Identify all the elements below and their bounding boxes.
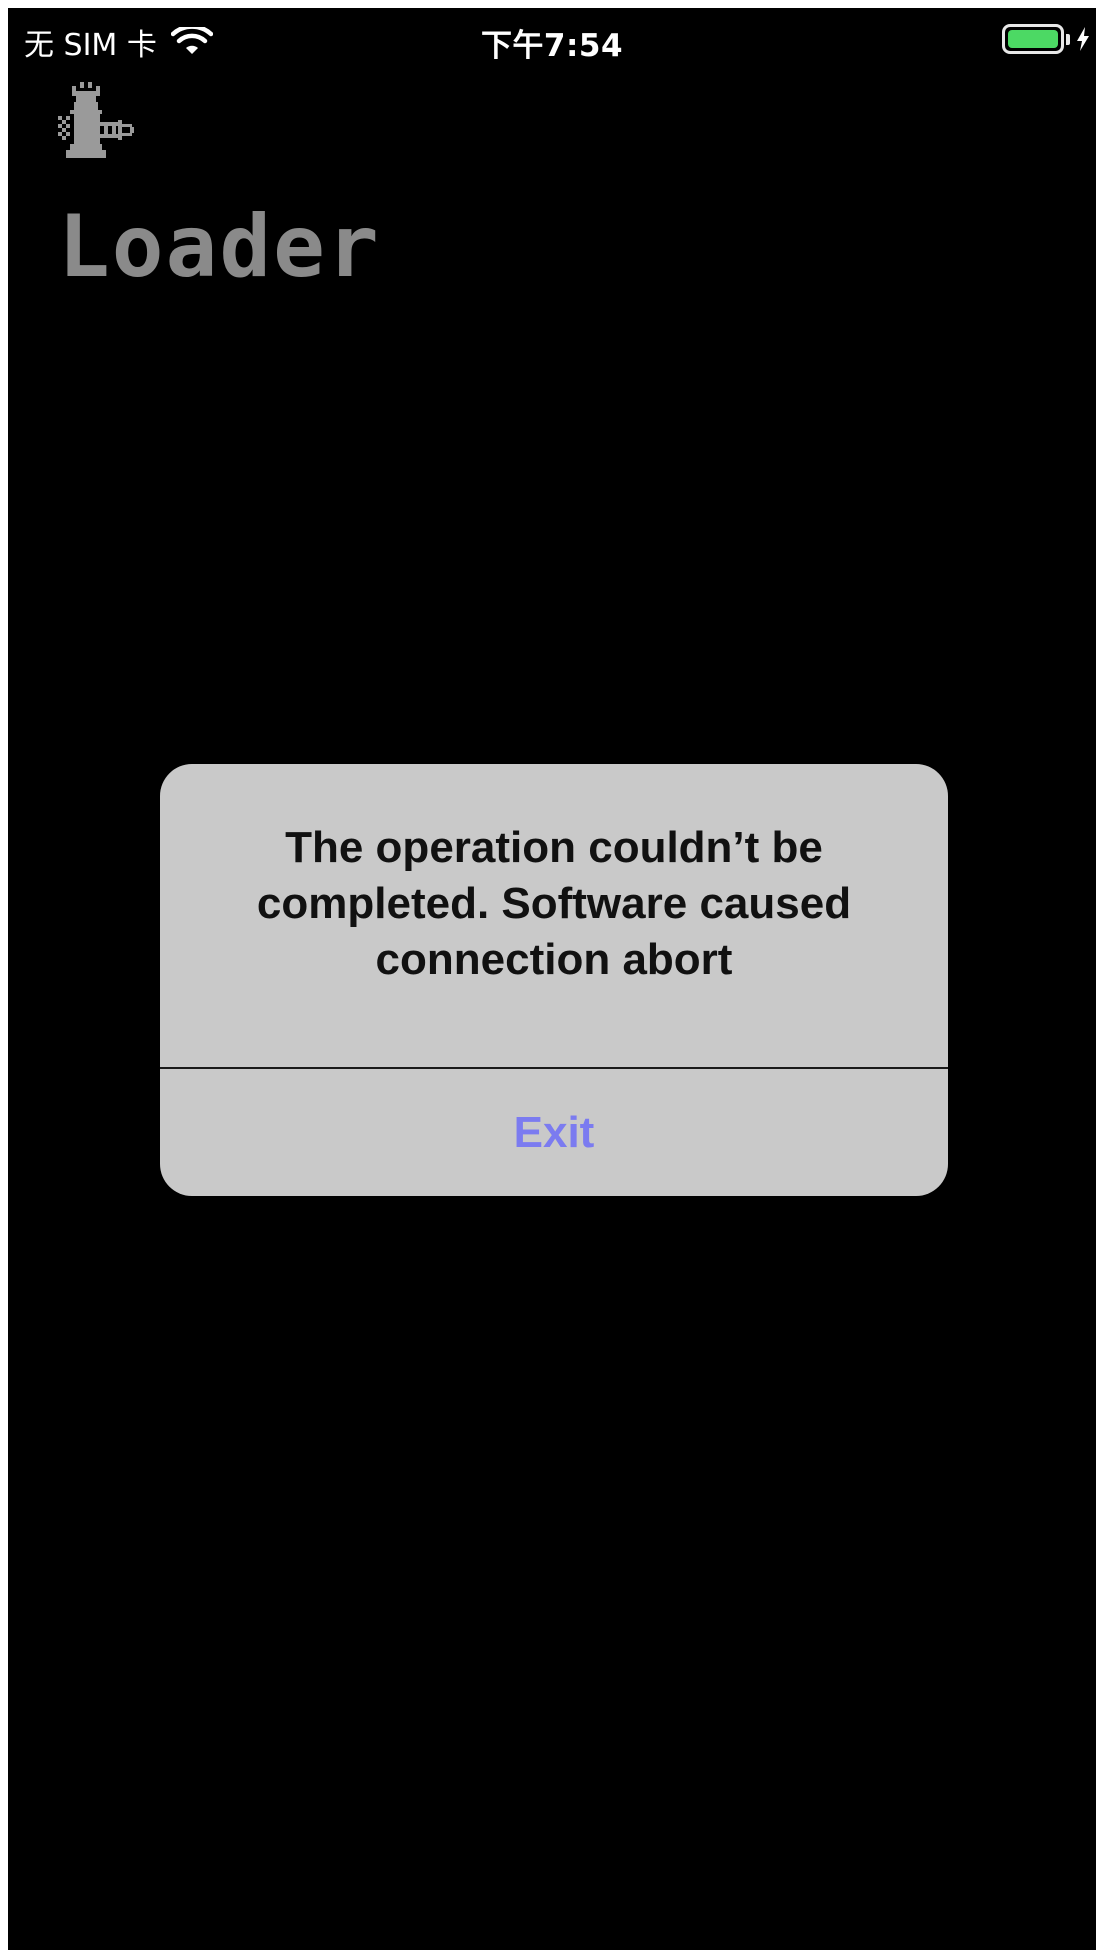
error-alert-dialog: The operation couldn’t be completed. Sof… <box>160 764 948 1196</box>
exit-button[interactable]: Exit <box>160 1069 948 1196</box>
chess-rook-logo-icon <box>58 82 134 158</box>
charging-bolt-icon <box>1077 27 1089 51</box>
status-bar-right <box>1002 24 1090 54</box>
alert-message: The operation couldn’t be completed. Sof… <box>256 823 852 984</box>
app-screen: 无 SIM 卡 下午7:54 Loader The operation coul… <box>8 8 1096 1950</box>
battery-nub <box>1066 33 1070 45</box>
app-title: Loader <box>58 197 381 297</box>
battery-level-fill <box>1008 30 1058 48</box>
status-bar-time: 下午7:54 <box>480 28 624 64</box>
battery-icon <box>1002 24 1064 54</box>
status-bar: 无 SIM 卡 下午7:54 <box>8 8 1096 70</box>
